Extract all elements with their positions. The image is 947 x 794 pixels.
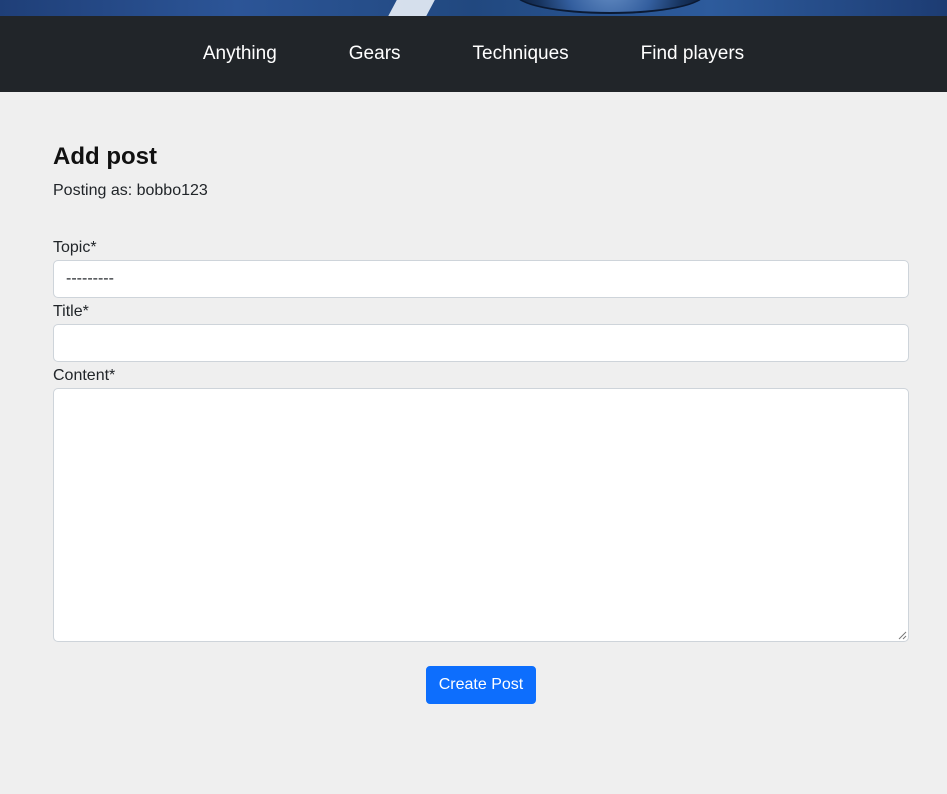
form-actions: Create Post [53, 666, 909, 704]
posting-as-text: Posting as: bobbo123 [53, 182, 208, 199]
main-content: Add post Posting as: bobbo123 Topic* ---… [0, 92, 947, 704]
nav-link-techniques[interactable]: Techniques [437, 35, 605, 73]
court-line [384, 0, 438, 16]
create-post-button[interactable]: Create Post [425, 666, 537, 704]
topic-select[interactable]: --------- [53, 260, 909, 298]
resize-handle-icon[interactable] [897, 630, 907, 640]
nav-link-find-players[interactable]: Find players [605, 35, 781, 73]
racket-image-edge [515, 0, 705, 14]
main-navbar: Anything Gears Techniques Find players [0, 16, 947, 92]
content-textarea[interactable] [53, 388, 909, 642]
add-post-form: Topic* --------- Title* Content* Create … [53, 238, 909, 704]
topic-label: Topic* [53, 239, 97, 256]
content-label: Content* [53, 367, 116, 384]
page-title: Add post [53, 143, 157, 170]
nav-link-anything[interactable]: Anything [167, 35, 313, 73]
title-label: Title* [53, 303, 89, 320]
topic-selected-value: --------- [66, 270, 114, 287]
nav-link-gears[interactable]: Gears [313, 35, 437, 73]
hero-banner-image [0, 0, 947, 16]
title-input[interactable] [53, 324, 909, 362]
